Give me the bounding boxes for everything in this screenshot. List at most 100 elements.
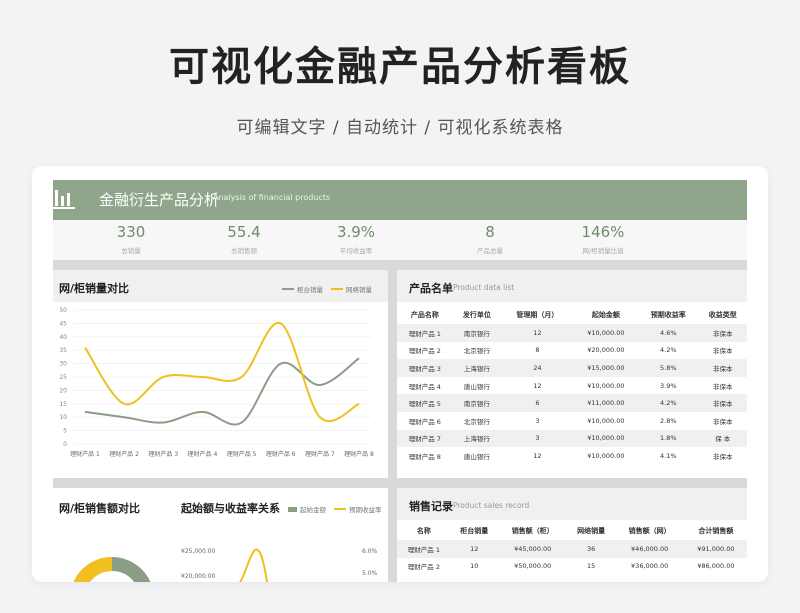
table-cell: 非保本 bbox=[698, 324, 747, 342]
chart-legend: 柜台销量 网络销量 bbox=[282, 284, 372, 294]
table-cell: 上海银行 bbox=[452, 429, 502, 448]
table-cell: 理财产品 5 bbox=[397, 394, 453, 412]
table-cell: 3 bbox=[535, 416, 540, 425]
table-row: 理财产品 5 南京银行 6 ¥11,000.00 4.2% 非保本 bbox=[397, 394, 747, 412]
column-header: 收益类型 bbox=[708, 311, 737, 319]
kpi-label: 总销量 bbox=[121, 247, 141, 255]
hero-title: 可视化金融产品分析看板 bbox=[169, 44, 631, 90]
table-cell: 8 bbox=[535, 346, 540, 355]
table-cell: 非保本 bbox=[713, 347, 733, 356]
legend-swatch-yield bbox=[334, 508, 346, 510]
table-cell: ¥86,000.00 bbox=[697, 562, 735, 571]
table-cell: 理财产品 6 bbox=[408, 417, 441, 426]
legend-label-start-amount: 起始金额 bbox=[300, 506, 326, 514]
kpi-value: 8 bbox=[485, 223, 495, 241]
column-header: 销售额（柜） bbox=[511, 527, 554, 535]
table-cell: 3 bbox=[501, 429, 574, 448]
table-cell: ¥91,000.00 bbox=[684, 540, 747, 558]
y-tick-label: 20 bbox=[59, 387, 67, 394]
table-cell: ¥11,000.00 bbox=[573, 394, 639, 412]
kpi-strip: 330 总销量 55.4 总销售额 3.9% 平均收益率 8 产品总量 146%… bbox=[53, 220, 747, 260]
table-cell: 2.8% bbox=[660, 416, 677, 425]
y-tick-label: 35 bbox=[59, 347, 67, 354]
panel-header: 产品名单 Product data list bbox=[397, 270, 747, 302]
x-tick-label: 理财产品 3 bbox=[148, 450, 178, 458]
table-cell: 5.8% bbox=[638, 359, 699, 377]
product-table: 产品名称 发行单位 管理期（月） 起始金额 预期收益率 收益类型 理财产品 1南… bbox=[397, 306, 747, 465]
table-cell: 12 bbox=[450, 540, 498, 558]
y-axis-tick-left: ¥25,000.00 bbox=[181, 548, 216, 555]
legend-swatch-counter bbox=[282, 288, 294, 290]
panel-subtitle: Product sales record bbox=[453, 501, 530, 510]
kpi-label: 网/柜销量比值 bbox=[582, 247, 624, 255]
column-header: 预期收益率 bbox=[650, 311, 686, 319]
table-cell: 理财产品 4 bbox=[408, 382, 441, 391]
table-cell: 理财产品 2 bbox=[408, 347, 441, 356]
dashboard-title-en: Analysis of financial products bbox=[213, 193, 331, 202]
y-tick-label: 0 bbox=[63, 441, 67, 448]
horizontal-divider bbox=[397, 478, 747, 488]
panel-subtitle: Product data list bbox=[453, 283, 515, 292]
table-cell: 北京银行 bbox=[463, 347, 490, 356]
table-cell: 1.8% bbox=[638, 429, 699, 448]
panel-title-revenue: 网/柜销售额对比 bbox=[59, 502, 141, 515]
table-header-row: 产品名称 发行单位 管理期（月） 起始金额 预期收益率 收益类型 bbox=[397, 306, 747, 324]
kpi-label: 产品总量 bbox=[477, 247, 503, 255]
table-cell: ¥15,000.00 bbox=[573, 359, 639, 377]
column-header: 产品名称 bbox=[410, 311, 439, 319]
column-header: 名称 bbox=[416, 527, 431, 535]
table-cell: 非保本 bbox=[698, 359, 747, 377]
panel-title: 网/柜销量对比 bbox=[59, 282, 130, 295]
kpi-total-sales: 330 总销量 bbox=[81, 223, 181, 255]
yield-line bbox=[239, 548, 269, 582]
table-cell: 3.9% bbox=[660, 381, 677, 390]
panel-title: 产品名单 bbox=[409, 282, 453, 295]
table-cell: ¥45,000.00 bbox=[497, 540, 568, 558]
y-tick-label: 40 bbox=[59, 334, 67, 341]
sales-table: 名称 柜台销量 销售额（柜） 网络销量 销售额（网） 合计销售额 理财产品 11… bbox=[397, 522, 747, 575]
kpi-value: 55.4 bbox=[227, 223, 261, 241]
kpi-value: 3.9% bbox=[336, 223, 376, 241]
x-tick-label: 理财产品 4 bbox=[188, 450, 218, 458]
legend-label-counter: 柜台销量 bbox=[297, 286, 323, 294]
panel-title-yield-relation: 起始额与收益率关系 bbox=[181, 502, 280, 515]
table-cell: 非保本 bbox=[713, 382, 733, 391]
x-tick-label: 理财产品 8 bbox=[344, 450, 374, 458]
panel-title: 销售记录 bbox=[409, 500, 453, 513]
table-cell: ¥36,000.00 bbox=[631, 562, 669, 571]
table-cell: ¥50,000.00 bbox=[514, 562, 552, 571]
table-header-row: 名称 柜台销量 销售额（柜） 网络销量 销售额（网） 合计销售额 bbox=[397, 522, 747, 540]
table-row: 理财产品 8 唐山银行 12 ¥10,000.00 4.1% 非保本 bbox=[397, 447, 747, 465]
kpi-value: 146% bbox=[581, 223, 625, 241]
table-cell: ¥46,000.00 bbox=[614, 540, 685, 558]
series-line-online bbox=[84, 322, 360, 423]
x-tick-label: 理财产品 2 bbox=[109, 450, 139, 458]
table-cell: 24 bbox=[501, 359, 574, 377]
y-tick-label: 50 bbox=[59, 307, 67, 314]
table-cell: 理财产品 1 bbox=[397, 540, 451, 558]
table-cell: 12 bbox=[533, 381, 542, 390]
x-tick-label: 理财产品 6 bbox=[266, 450, 296, 458]
table-cell: ¥10,000.00 bbox=[587, 416, 625, 425]
table-cell: 36 bbox=[567, 540, 615, 558]
table-cell: ¥10,000.00 bbox=[573, 324, 639, 342]
table-row: 理财产品 1 12 ¥45,000.00 36 ¥46,000.00 ¥91,000.00 bbox=[397, 540, 747, 558]
table-row: 理财产品 7 上海银行 3 ¥10,000.00 1.8% 保 本 bbox=[397, 429, 747, 448]
table-cell: 12 bbox=[533, 451, 542, 460]
column-header: 网络销量 bbox=[577, 527, 606, 535]
table-row: 理财产品 3 上海银行 24 ¥15,000.00 5.8% 非保本 bbox=[397, 359, 747, 377]
bar-chart-icon bbox=[53, 190, 75, 209]
y-axis-tick-left: ¥20,000.00 bbox=[181, 573, 216, 580]
table-row: 理财产品 2 北京银行 8 ¥20,000.00 4.2% 非保本 bbox=[397, 342, 747, 360]
donut-chart bbox=[73, 557, 151, 582]
table-cell: 4.2% bbox=[638, 394, 699, 412]
kpi-online-counter-ratio: 146% 网/柜销量比值 bbox=[553, 223, 653, 255]
kpi-value: 330 bbox=[116, 223, 146, 241]
x-tick-label: 理财产品 5 bbox=[227, 450, 257, 458]
y-axis-tick-right: 5.0% bbox=[362, 570, 378, 577]
table-cell: 唐山银行 bbox=[463, 452, 490, 461]
dashboard-card: 金融衍生产品分析 Analysis of financial products … bbox=[32, 166, 768, 582]
legend-label-yield: 预期收益率 bbox=[349, 506, 382, 514]
table-cell: 唐山银行 bbox=[463, 382, 490, 391]
table-cell: 非保本 bbox=[698, 394, 747, 412]
